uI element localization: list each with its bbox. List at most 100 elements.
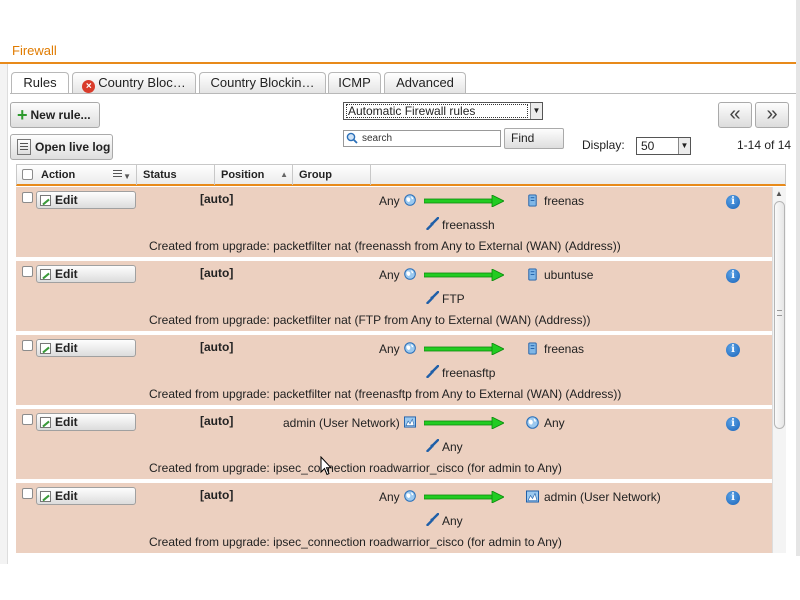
table-row: Edit [auto] admin (User Network) Any Any… (16, 409, 772, 479)
status-text: [auto] (200, 488, 234, 502)
service-icon (426, 365, 439, 378)
destination-text: freenas (544, 194, 585, 208)
rule-description: Created from upgrade: packetfilter nat (… (149, 313, 591, 327)
info-icon[interactable]: i (726, 343, 740, 357)
table-row: Edit [auto] Any ubuntuse FTP i Created f… (16, 261, 772, 331)
new-rule-label: New rule... (30, 108, 91, 122)
globe-icon (526, 416, 539, 429)
edit-button[interactable]: Edit (36, 339, 136, 357)
tab-label: Rules (23, 75, 57, 90)
tabs-baseline (10, 93, 796, 94)
sort-ascending-icon: ▲ (280, 170, 288, 179)
network-icon (404, 416, 416, 428)
service-icon (426, 291, 439, 304)
result-range: 1-14 of 14 (737, 138, 792, 152)
title-divider (0, 62, 796, 64)
ruleset-select[interactable]: Automatic Firewall rules ▼ (343, 102, 543, 120)
chevron-down-icon: ▼ (678, 138, 690, 154)
info-icon[interactable]: i (726, 417, 740, 431)
list-icon[interactable] (113, 170, 122, 179)
info-icon[interactable]: i (726, 269, 740, 283)
new-rule-button[interactable]: + New rule... (10, 102, 100, 128)
rule-description: Created from upgrade: ipsec_connection r… (149, 535, 562, 549)
log-icon (17, 139, 31, 155)
focus-ring (346, 104, 528, 118)
service-icon (426, 513, 439, 526)
edit-label: Edit (55, 415, 78, 429)
column-label: Status (143, 169, 177, 181)
server-icon (528, 342, 537, 355)
destination-text: ubuntuse (544, 268, 594, 282)
row-checkbox[interactable] (22, 192, 33, 203)
column-label: Action (41, 169, 76, 181)
status-text: [auto] (200, 266, 234, 280)
table-row: Edit [auto] Any admin (User Network) Any… (16, 483, 772, 553)
page-title: Firewall (12, 43, 57, 58)
edit-icon (40, 491, 51, 502)
chevron-down-icon[interactable]: ▼ (123, 167, 131, 187)
tab-label: Country Bloc… (98, 75, 186, 90)
edit-label: Edit (55, 341, 78, 355)
tab-country-blocking-exceptions[interactable]: Country Blockin… (199, 72, 326, 94)
row-checkbox[interactable] (22, 340, 33, 351)
tab-label: ICMP (338, 75, 371, 90)
edit-button[interactable]: Edit (36, 191, 136, 209)
direction-arrow-icon (424, 491, 504, 503)
rules-table-body: Edit [auto] Any freenas freenassh i Crea… (16, 187, 772, 553)
column-group[interactable]: Group (293, 165, 371, 185)
select-all-checkbox[interactable] (22, 169, 33, 180)
globe-icon (404, 268, 416, 280)
scroll-up-arrow-icon[interactable]: ▲ (772, 187, 786, 201)
source-text: Any (379, 490, 400, 504)
tab-label: Advanced (396, 75, 454, 90)
edit-button[interactable]: Edit (36, 265, 136, 283)
column-label: Group (299, 169, 332, 181)
info-icon[interactable]: i (726, 491, 740, 505)
search-input[interactable]: search (343, 130, 501, 147)
row-checkbox[interactable] (22, 266, 33, 277)
rule-description: Created from upgrade: packetfilter nat (… (149, 239, 621, 253)
mouse-pointer-icon (320, 456, 332, 476)
chevron-down-icon: ▼ (530, 103, 542, 119)
edit-icon (40, 195, 51, 206)
row-checkbox[interactable] (22, 488, 33, 499)
search-icon (346, 132, 358, 144)
window-right-edge (796, 0, 800, 556)
globe-icon (404, 490, 416, 502)
service-icon (426, 439, 439, 452)
edit-button[interactable]: Edit (36, 413, 136, 431)
previous-page-button[interactable]: « (718, 102, 752, 128)
tab-country-blocking[interactable]: × Country Bloc… (72, 72, 196, 94)
row-checkbox[interactable] (22, 414, 33, 425)
display-count-select[interactable]: 50 ▼ (636, 137, 691, 155)
source-text: Any (379, 194, 400, 208)
column-position[interactable]: Position ▲ (215, 165, 293, 185)
table-row: Edit [auto] Any freenas freenasftp i Cre… (16, 335, 772, 405)
column-action[interactable]: Action ▼ (35, 165, 137, 185)
tab-advanced[interactable]: Advanced (384, 72, 466, 94)
service-text: Any (442, 440, 463, 454)
source-text: Any (379, 268, 400, 282)
column-status[interactable]: Status (137, 165, 215, 185)
server-icon (528, 268, 537, 281)
network-icon (526, 490, 539, 503)
status-text: [auto] (200, 414, 234, 428)
next-page-button[interactable]: » (755, 102, 789, 128)
error-icon: × (82, 80, 96, 93)
search-placeholder: search (362, 133, 393, 144)
find-button[interactable]: Find (504, 128, 564, 149)
table-row: Edit [auto] Any freenas freenassh i Crea… (16, 187, 772, 257)
display-label: Display: (582, 138, 625, 152)
edit-button[interactable]: Edit (36, 487, 136, 505)
service-text: freenasftp (442, 366, 496, 380)
open-live-log-button[interactable]: Open live log (10, 134, 113, 160)
tab-icmp[interactable]: ICMP (328, 72, 381, 94)
edit-label: Edit (55, 267, 78, 281)
tab-rules[interactable]: Rules (11, 72, 69, 94)
server-icon (528, 194, 537, 207)
plus-icon: + (17, 105, 28, 125)
destination-text: freenas (544, 342, 585, 356)
service-text: FTP (442, 292, 465, 306)
info-icon[interactable]: i (726, 195, 740, 209)
edit-label: Edit (55, 193, 78, 207)
